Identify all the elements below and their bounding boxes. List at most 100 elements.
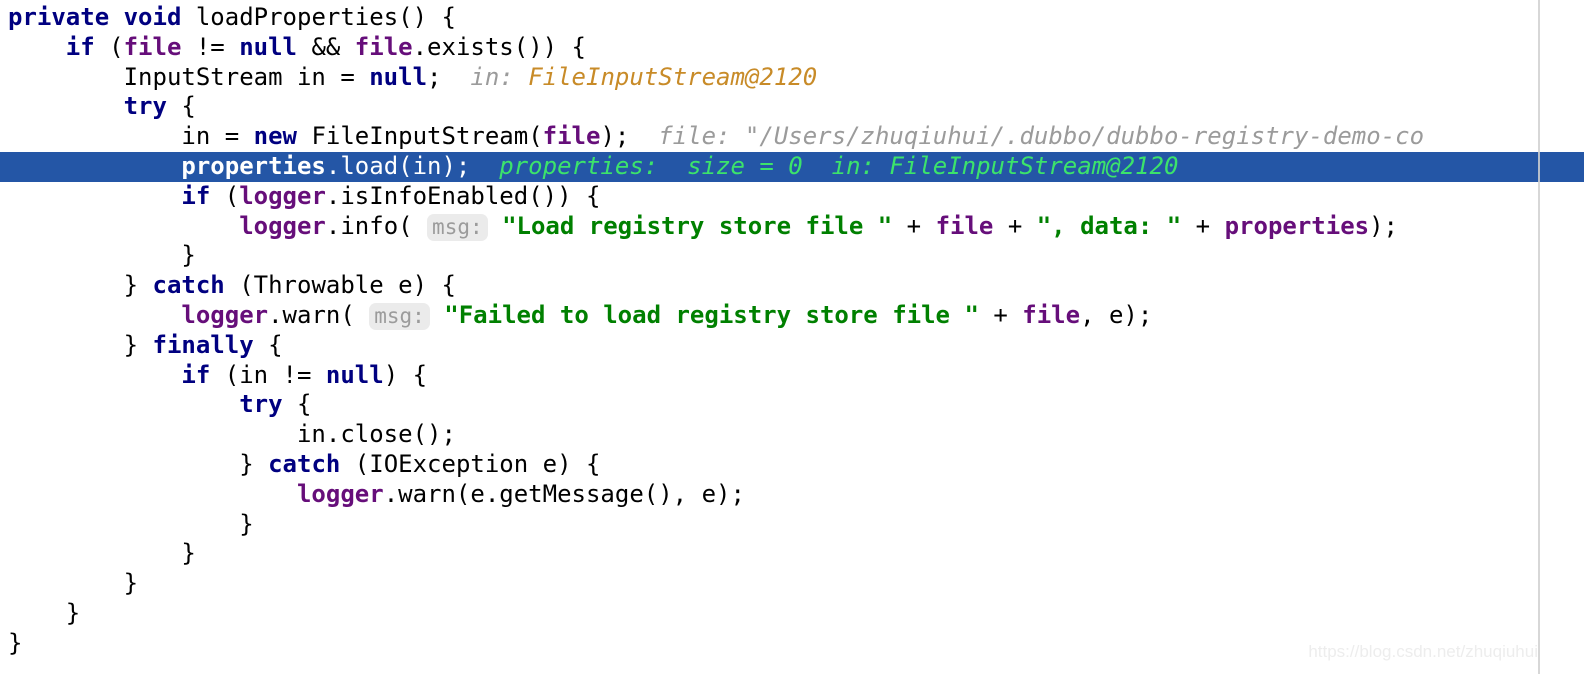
code-token: + — [1181, 211, 1225, 240]
parameter-hint-chip[interactable]: msg: — [369, 302, 430, 330]
code-token: && — [297, 32, 355, 61]
code-line[interactable]: logger.info( msg: "Load registry store f… — [0, 212, 1584, 242]
field-token: logger — [181, 300, 269, 329]
keyword-token: catch — [268, 449, 341, 478]
code-token: , e); — [1080, 300, 1153, 329]
code-token: } — [239, 449, 269, 478]
code-token: { — [166, 92, 196, 121]
debugger-inline-hint-gray: file: "/Users/zhuqiuhui/.dubbo/dubbo-reg… — [658, 122, 1425, 151]
keyword-token: void — [123, 3, 182, 31]
code-token: } — [65, 598, 81, 627]
field-token: file — [123, 32, 182, 61]
field-token: properties — [1224, 211, 1370, 240]
field-token: file — [935, 211, 994, 240]
code-token: ); — [600, 122, 659, 151]
code-token: ( — [94, 32, 124, 61]
code-line[interactable]: } — [0, 599, 1584, 629]
code-token: + — [978, 300, 1023, 329]
code-line[interactable]: logger.warn( msg: "Failed to load regist… — [0, 301, 1584, 331]
code-line-selected[interactable]: properties.load(in); properties: size = … — [0, 151, 1584, 182]
code-line[interactable]: } — [0, 510, 1584, 540]
string-token: "Failed to load registry store file " — [444, 300, 979, 329]
code-lines-container[interactable]: private void loadProperties() { if (file… — [0, 0, 1584, 659]
keyword-token: if — [65, 32, 95, 61]
code-line[interactable]: } — [0, 539, 1584, 569]
field-token: logger — [239, 211, 326, 240]
string-token: "Load registry store file " — [502, 211, 893, 240]
code-line[interactable]: } — [0, 241, 1584, 271]
code-token: } — [123, 271, 153, 300]
field-token: file — [1022, 300, 1081, 329]
code-token: } — [8, 628, 23, 657]
code-token: in.close(); — [296, 420, 456, 449]
code-line[interactable]: if (file != null && file.exists()) { — [0, 33, 1584, 63]
code-token: .load(in); — [325, 151, 500, 180]
code-line[interactable]: in = new FileInputStream(file); file: "/… — [0, 122, 1584, 152]
code-line[interactable]: logger.warn(e.getMessage(), e); — [0, 480, 1584, 510]
code-line[interactable]: if (logger.isInfoEnabled()) { — [0, 182, 1584, 212]
code-line[interactable]: in.close(); — [0, 420, 1584, 450]
code-line[interactable]: try { — [0, 92, 1584, 122]
code-token: } — [123, 569, 139, 598]
code-line[interactable]: private void loadProperties() { — [0, 3, 1584, 33]
watermark-text: https://blog.csdn.net/zhuqiuhui — [1308, 642, 1538, 661]
keyword-token: null — [239, 32, 297, 61]
code-line[interactable]: } finally { — [0, 331, 1584, 361]
keyword-token: finally — [152, 330, 254, 359]
code-line[interactable]: try { — [0, 390, 1584, 420]
code-token: (in != — [210, 360, 326, 389]
code-line[interactable]: } catch (Throwable e) { — [0, 271, 1584, 301]
keyword-token: catch — [152, 271, 225, 300]
debugger-inline-hint-value: FileInputStream@2120 — [528, 62, 818, 91]
string-token: ", data: " — [1036, 211, 1182, 240]
code-token: .exists()) { — [412, 32, 586, 61]
code-token: (IOException e) { — [340, 449, 601, 478]
code-token: ) { — [383, 360, 428, 389]
field-token: logger — [296, 479, 384, 508]
code-line[interactable]: } catch (IOException e) { — [0, 450, 1584, 480]
debugger-inline-hint-selected: properties: size = 0 in: FileInputStream… — [499, 151, 1179, 180]
code-line[interactable]: InputStream in = null; in: FileInputStre… — [0, 63, 1584, 93]
code-token: } — [181, 241, 196, 270]
code-token: { — [253, 330, 283, 359]
code-token: ; — [427, 62, 471, 91]
debugger-inline-hint-gray: in: — [470, 62, 514, 91]
code-editor-pane[interactable]: private void loadProperties() { if (file… — [0, 0, 1584, 674]
field-token: file — [354, 32, 413, 61]
code-line[interactable]: if (in != null) { — [0, 361, 1584, 391]
keyword-token: if — [181, 360, 211, 389]
keyword-token: null — [369, 62, 428, 91]
code-token: InputStream in = — [123, 62, 370, 91]
code-line[interactable]: } — [0, 569, 1584, 599]
code-token: { — [282, 390, 312, 419]
code-token: } — [123, 330, 153, 359]
code-token: .info( — [325, 211, 428, 240]
parameter-hint-chip[interactable]: msg: — [427, 213, 488, 241]
code-token: } — [181, 539, 196, 568]
code-token: FileInputStream( — [297, 122, 543, 151]
code-token: in = — [181, 122, 254, 151]
code-token: loadProperties() { — [181, 3, 456, 31]
keyword-token: try — [239, 390, 283, 419]
code-token: + — [993, 211, 1037, 240]
